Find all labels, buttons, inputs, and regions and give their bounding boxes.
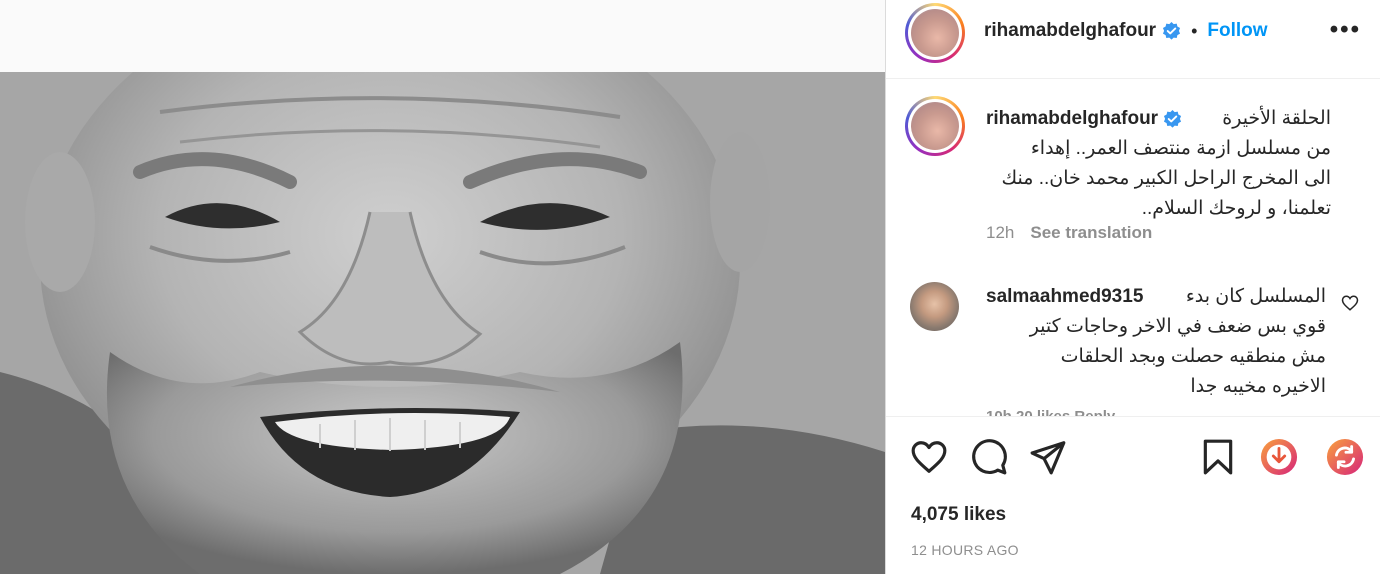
action-bar xyxy=(886,418,1380,498)
caption-line-2: من مسلسل ازمة منتصف العمر.. إهداء xyxy=(1030,138,1331,159)
comment-line-2: قوي بس ضعف في الاخر وحاجات كتير xyxy=(1029,316,1326,337)
comment-meta: 10h 20 likes Reply xyxy=(986,408,1116,417)
comment-line-3: مش منطقيه حصلت وبجد الحلقات xyxy=(1060,346,1326,367)
author-line: rihamabdelghafour • Follow xyxy=(984,20,1268,42)
commenter-avatar[interactable] xyxy=(910,282,959,331)
post-header: rihamabdelghafour • Follow ••• xyxy=(886,0,1380,79)
likes-count[interactable]: 4,075 likes xyxy=(911,504,1006,526)
post-sidebar: rihamabdelghafour • Follow ••• rihamabde… xyxy=(885,0,1380,574)
comments-section[interactable]: rihamabdelghafour الحلقة الأخيرة من مسلس… xyxy=(886,80,1380,417)
post-media xyxy=(0,0,885,574)
caption-age: 12h xyxy=(986,223,1015,242)
verified-badge-icon xyxy=(1163,21,1181,40)
repost-circle-icon[interactable] xyxy=(1326,438,1364,476)
paper-plane-icon[interactable] xyxy=(1029,438,1067,476)
follow-button[interactable]: Follow xyxy=(1207,20,1267,42)
caption-author-avatar[interactable] xyxy=(905,96,965,156)
caption-username[interactable]: rihamabdelghafour xyxy=(986,104,1158,134)
caption-text: rihamabdelghafour الحلقة الأخيرة من مسلس… xyxy=(986,104,1331,224)
comment-line-1: المسلسل كان بدء xyxy=(1185,286,1326,307)
comment-bubble-icon[interactable] xyxy=(970,438,1008,476)
heart-outline-icon[interactable] xyxy=(910,438,948,476)
author-username[interactable]: rihamabdelghafour xyxy=(984,20,1156,42)
caption-meta: 12h See translation xyxy=(986,223,1152,243)
verified-badge-icon xyxy=(1164,109,1182,128)
commenter-username[interactable]: salmaahmed9315 xyxy=(986,282,1143,312)
bookmark-icon[interactable] xyxy=(1199,438,1237,476)
media-top-band xyxy=(0,0,885,72)
comment-like-heart-icon[interactable] xyxy=(1341,294,1359,312)
post-timestamp: 12 HOURS AGO xyxy=(911,542,1019,558)
portrait-illustration xyxy=(0,72,885,574)
comment-line-4: الاخيره مخيبه جدا xyxy=(1190,376,1326,397)
caption-line-1: الحلقة الأخيرة xyxy=(1222,108,1331,129)
see-translation-link[interactable]: See translation xyxy=(1030,223,1152,243)
post-photo[interactable] xyxy=(0,72,885,574)
caption-line-3: الى المخرج الراحل الكبير محمد خان.. منك xyxy=(1001,168,1332,189)
download-circle-icon[interactable] xyxy=(1260,438,1298,476)
comment-text: salmaahmed9315 المسلسل كان بدء قوي بس ضع… xyxy=(986,282,1326,402)
instagram-post-view: rihamabdelghafour • Follow ••• rihamabde… xyxy=(0,0,1380,574)
author-avatar[interactable] xyxy=(905,3,965,63)
caption-line-4: تعلمنا، و لروحك السلام.. xyxy=(1141,198,1331,219)
more-options-icon[interactable]: ••• xyxy=(1330,18,1361,42)
separator-dot: • xyxy=(1191,20,1198,41)
